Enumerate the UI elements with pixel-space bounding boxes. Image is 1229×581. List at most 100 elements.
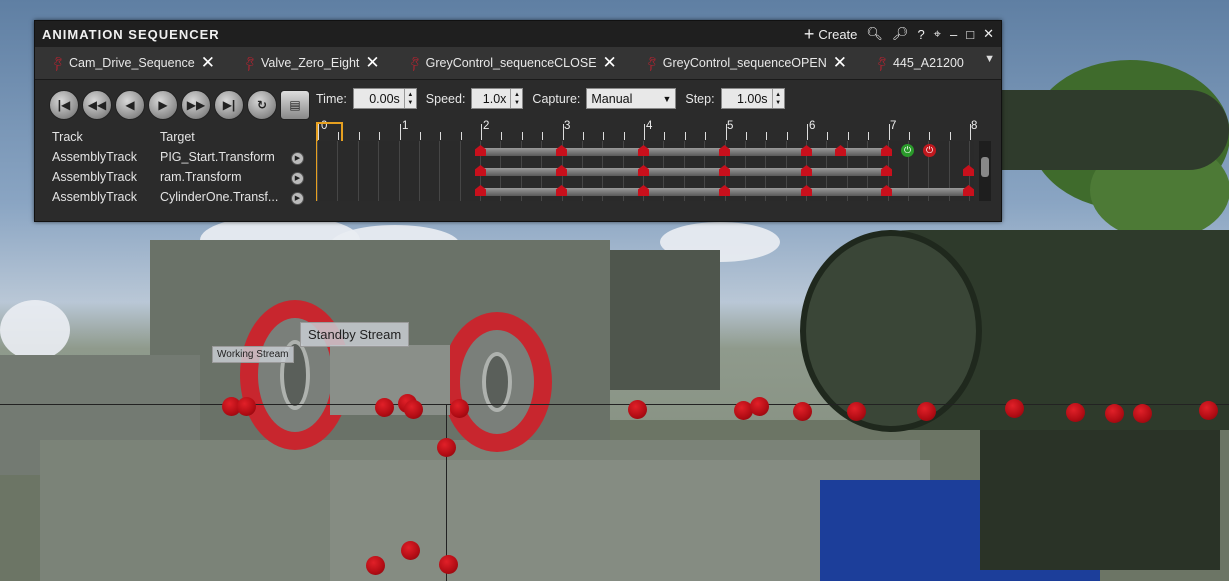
keyframe-marker[interactable] bbox=[475, 185, 486, 196]
close-icon[interactable]: ✕ bbox=[983, 26, 994, 42]
keyframe-marker[interactable] bbox=[719, 185, 730, 196]
keyframe-marker[interactable] bbox=[801, 145, 812, 156]
ruler-tick bbox=[460, 132, 462, 140]
close-tab-icon[interactable]: ✕ bbox=[833, 53, 847, 73]
rewind-icon[interactable]: ◀◀ bbox=[82, 90, 112, 120]
keyframe-marker[interactable] bbox=[881, 185, 892, 196]
keyframe-marker[interactable] bbox=[963, 185, 974, 196]
pin-icon[interactable]: ⌖ bbox=[934, 26, 941, 42]
stream-marker[interactable] bbox=[628, 400, 647, 419]
tab-sequence[interactable]: 📌︎ GreyControl_sequenceOPEN ✕ bbox=[629, 53, 859, 73]
target-picker-icon[interactable]: ▶ bbox=[291, 172, 304, 185]
keyframe-marker[interactable] bbox=[556, 185, 567, 196]
track-target[interactable]: CylinderOne.Transf... bbox=[160, 190, 278, 204]
keyframe-marker[interactable] bbox=[719, 145, 730, 156]
close-tab-icon[interactable]: ✕ bbox=[603, 53, 617, 73]
keyframe-marker[interactable] bbox=[638, 145, 649, 156]
step-back-icon[interactable]: ◀ bbox=[115, 90, 145, 120]
target-picker-icon[interactable]: ▶ bbox=[291, 152, 304, 165]
stream-marker[interactable] bbox=[401, 541, 420, 560]
capture-dropdown[interactable]: Manual ▼ bbox=[586, 88, 677, 109]
spinner-arrows-icon[interactable]: ▲ ▼ bbox=[771, 89, 784, 108]
track-target[interactable]: PIG_Start.Transform bbox=[160, 150, 275, 164]
track-lanes[interactable]: ⏻ ⏻ bbox=[316, 141, 974, 201]
step-field[interactable]: 1.00s ▲ ▼ bbox=[720, 88, 785, 109]
stream-marker[interactable] bbox=[917, 402, 936, 421]
spinner-arrows-icon[interactable]: ▲ ▼ bbox=[510, 89, 522, 108]
close-tab-icon[interactable]: ✕ bbox=[365, 53, 379, 73]
clapperboard-icon[interactable]: ▤ bbox=[280, 90, 310, 120]
minimize-icon[interactable]: – bbox=[950, 27, 957, 42]
stream-marker[interactable] bbox=[375, 398, 394, 417]
keyframe-marker[interactable] bbox=[719, 165, 730, 176]
stream-marker[interactable] bbox=[1105, 404, 1124, 423]
go-to-end-icon[interactable]: ▶| bbox=[214, 90, 244, 120]
speed-field[interactable]: 1.0x ▲ ▼ bbox=[471, 88, 524, 109]
keyframe-marker[interactable] bbox=[638, 165, 649, 176]
help-icon[interactable]: ? bbox=[917, 27, 924, 42]
cloud bbox=[0, 300, 70, 360]
track-target[interactable]: ram.Transform bbox=[160, 170, 242, 184]
stream-marker[interactable] bbox=[437, 438, 456, 457]
maximize-icon[interactable]: □ bbox=[966, 27, 974, 42]
stream-marker[interactable] bbox=[439, 555, 458, 574]
stream-marker[interactable] bbox=[450, 399, 469, 418]
stream-marker[interactable] bbox=[847, 402, 866, 421]
zoom-in-icon[interactable]: 🔍︎ bbox=[866, 26, 883, 42]
scrollbar-thumb[interactable] bbox=[981, 157, 989, 177]
time-field[interactable]: 0.00s ▲ ▼ bbox=[352, 88, 417, 109]
keyframe-marker[interactable] bbox=[475, 145, 486, 156]
stream-marker[interactable] bbox=[1199, 401, 1218, 420]
keyframe-marker[interactable] bbox=[556, 145, 567, 156]
keyframe-marker[interactable] bbox=[881, 165, 892, 176]
keyframe-bar[interactable] bbox=[480, 168, 890, 176]
track-name[interactable]: AssemblyTrack bbox=[52, 170, 137, 184]
keyframe-marker[interactable] bbox=[835, 145, 846, 156]
keyframe-marker[interactable] bbox=[556, 165, 567, 176]
timeline[interactable]: 0 1 2 3 4 5 6 7 8 ⏻ ⏻ bbox=[316, 120, 991, 211]
keyframe-marker[interactable] bbox=[638, 185, 649, 196]
tab-label: Valve_Zero_Eight bbox=[260, 56, 360, 70]
close-tab-icon[interactable]: ✕ bbox=[201, 53, 215, 73]
track-name[interactable]: AssemblyTrack bbox=[52, 190, 137, 204]
tab-sequence[interactable]: 📌︎ GreyControl_sequenceCLOSE ✕ bbox=[392, 53, 629, 73]
tab-sequence[interactable]: 📌︎ Cam_Drive_Sequence ✕ bbox=[35, 53, 227, 73]
keyframe-marker[interactable] bbox=[801, 165, 812, 176]
zoom-out-icon[interactable]: 🔎︎ bbox=[892, 26, 909, 42]
ruler-tick bbox=[521, 132, 523, 140]
ruler-tick bbox=[440, 132, 442, 140]
stream-marker[interactable] bbox=[237, 397, 256, 416]
tabs-overflow-icon[interactable]: ▼ bbox=[984, 53, 995, 65]
spinner-arrows-icon[interactable]: ▲ ▼ bbox=[403, 89, 416, 108]
power-on-icon[interactable]: ⏻ bbox=[901, 144, 914, 157]
stream-marker[interactable] bbox=[404, 400, 423, 419]
track-name[interactable]: AssemblyTrack bbox=[52, 150, 137, 164]
stream-marker[interactable] bbox=[1066, 403, 1085, 422]
tab-sequence[interactable]: 📌︎ Valve_Zero_Eight ✕ bbox=[227, 53, 392, 73]
lane-ram[interactable] bbox=[317, 162, 974, 181]
play-icon[interactable]: ▶ bbox=[148, 90, 178, 120]
lane-cylinder-one[interactable] bbox=[317, 182, 974, 201]
stream-marker[interactable] bbox=[750, 397, 769, 416]
tab-sequence[interactable]: 📌︎ 445_A21200 bbox=[859, 54, 976, 72]
timeline-scrollbar[interactable] bbox=[979, 141, 991, 201]
stream-marker[interactable] bbox=[366, 556, 385, 575]
ruler-tick bbox=[725, 124, 727, 140]
time-ruler[interactable]: 0 1 2 3 4 5 6 7 8 bbox=[316, 120, 977, 140]
keyframe-marker[interactable] bbox=[475, 165, 486, 176]
power-off-icon[interactable]: ⏻ bbox=[923, 144, 936, 157]
keyframe-marker[interactable] bbox=[881, 145, 892, 156]
keyframe-bar[interactable] bbox=[480, 148, 890, 156]
keyframe-marker[interactable] bbox=[963, 165, 974, 176]
fast-forward-icon[interactable]: ▶▶ bbox=[181, 90, 211, 120]
stream-marker[interactable] bbox=[793, 402, 812, 421]
create-button[interactable]: + Create bbox=[804, 25, 858, 43]
loop-icon[interactable]: ↻ bbox=[247, 90, 277, 120]
keyframe-marker[interactable] bbox=[801, 185, 812, 196]
lane-pig-start[interactable]: ⏻ ⏻ bbox=[317, 142, 974, 161]
target-picker-icon[interactable]: ▶ bbox=[291, 192, 304, 205]
speed-label: Speed: bbox=[425, 91, 466, 106]
go-to-start-icon[interactable]: |◀ bbox=[49, 90, 79, 120]
stream-marker[interactable] bbox=[1133, 404, 1152, 423]
stream-marker[interactable] bbox=[1005, 399, 1024, 418]
